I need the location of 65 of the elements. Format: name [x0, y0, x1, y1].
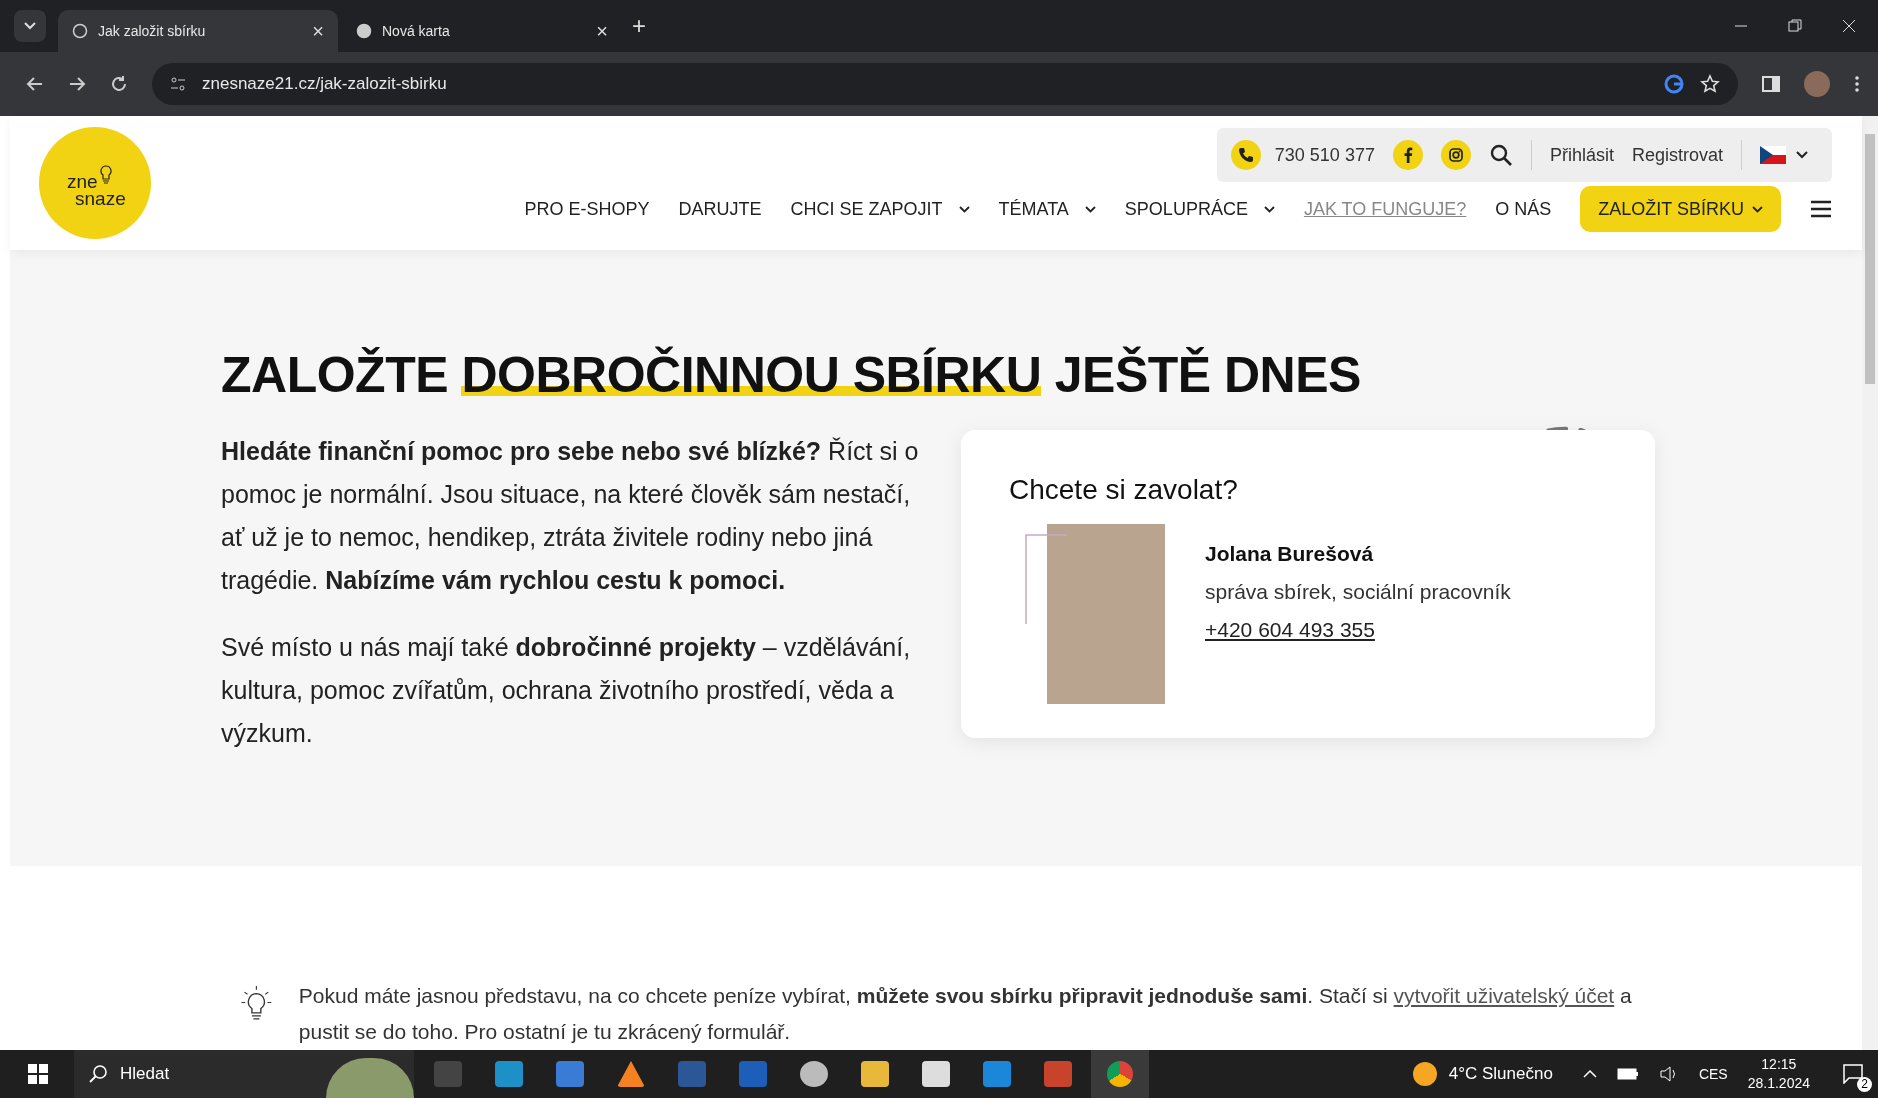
close-icon[interactable] [1842, 19, 1856, 33]
nav-link[interactable]: DARUJTE [678, 198, 762, 220]
tab-close-button[interactable]: × [312, 19, 324, 43]
weather-text: 4°C Slunečno [1448, 1064, 1553, 1084]
nav-link[interactable]: O NÁS [1495, 198, 1552, 220]
register-link[interactable]: Registrovat [1631, 144, 1723, 166]
chevron-down-icon [1796, 151, 1808, 160]
chevron-down-icon [1752, 205, 1763, 213]
chevron-down-icon [24, 22, 36, 30]
search-icon[interactable] [1488, 143, 1513, 168]
language-selector[interactable] [1760, 146, 1808, 165]
create-fundraiser-button[interactable]: ZALOŽIT SBÍRKU [1580, 186, 1781, 233]
sun-icon [1412, 1062, 1437, 1086]
windows-start-icon[interactable] [28, 1064, 48, 1084]
new-tab-button[interactable]: + [632, 12, 646, 40]
tab-favicon-icon [72, 23, 88, 39]
notification-count: 2 [1857, 1077, 1872, 1092]
tab-close-button[interactable]: × [596, 19, 608, 43]
star-icon[interactable] [1700, 74, 1720, 94]
phone-icon [1230, 140, 1261, 171]
site-logo[interactable]: zne snaze [39, 127, 151, 240]
search-icon [88, 1064, 108, 1084]
reload-icon[interactable] [110, 75, 128, 93]
facebook-icon[interactable] [1392, 140, 1423, 171]
forward-icon[interactable] [68, 75, 86, 93]
language-indicator[interactable]: CES [1698, 1066, 1728, 1082]
instagram-icon[interactable] [1440, 140, 1471, 171]
browser-tab[interactable]: Nová karta × [342, 10, 622, 52]
flag-icon [1760, 146, 1786, 165]
tab-favicon-icon [356, 23, 372, 39]
nav-link[interactable]: PRO E-SHOPY [524, 198, 650, 220]
hamburger-menu-icon[interactable] [1810, 200, 1832, 219]
chevron-up-icon[interactable] [1582, 1069, 1597, 1079]
contact-phone-link[interactable]: +420 604 493 355 [1205, 618, 1511, 643]
taskbar-clock[interactable]: 12:15 28.1.2024 [1747, 1055, 1810, 1093]
nav-link[interactable]: CHCI SE ZAPOJIT [790, 198, 970, 220]
create-account-link[interactable]: vytvořit uživatelský účet [1393, 984, 1615, 1007]
contact-name: Jolana Burešová [1205, 542, 1375, 567]
tab-title: Nová karta [382, 23, 451, 39]
profile-avatar[interactable] [1804, 71, 1830, 97]
tab-list-button[interactable] [14, 10, 46, 42]
scrollbar-thumb[interactable] [1865, 134, 1875, 384]
browser-tab[interactable]: Jak založit sbírku × [58, 10, 338, 52]
side-panel-icon[interactable] [1762, 75, 1780, 93]
info-paragraph: Pokud máte jasnou představu, na co chcete peníze vybírat, můžete svou sbírku připravit jednoduše sami. Stačí si vytvořit uživatelský účet a pustit se do toho. Pro ostatní je tu zkrácený formulář. [298, 983, 1633, 1045]
intro-paragraph: Své místo u nás mají také dobročinné projekty – vzdělávání, kultura, pomoc zvířatům, ochrana životního prostředí, věda a výzkum. [221, 632, 912, 750]
google-icon[interactable] [1664, 74, 1684, 94]
intro-paragraph: Hledáte finanční pomoc pro sebe nebo své blízké? Říct si o pomoc je normální. Jsou situace, na které člověk sám nestačí, ať už je to nemoc, hendikep, ztráta živitele rodiny nebo jiná tragédie. Nabízíme vám rychlou cestu k pomoci. [221, 436, 920, 597]
menu-icon[interactable] [1854, 75, 1860, 93]
taskbar-search[interactable]: Hledat [74, 1050, 414, 1098]
url-text: znesnaze21.cz/jak-zalozit-sbirku [202, 74, 447, 94]
tab-title: Jak založit sbírku [98, 23, 207, 39]
card-title: Chcete si zavolat? [1009, 474, 1239, 507]
battery-icon[interactable] [1616, 1068, 1639, 1080]
nav-link[interactable]: JAK TO FUNGUJE? [1303, 198, 1467, 220]
nav-link[interactable]: SPOLUPRÁCE [1124, 198, 1275, 220]
nav-link[interactable]: TÉMATA [998, 198, 1096, 220]
back-icon[interactable] [26, 75, 44, 93]
restore-icon[interactable] [1788, 19, 1802, 33]
phone-number[interactable]: 730 510 377 [1274, 144, 1375, 166]
notifications-button[interactable]: 2 [1830, 1054, 1878, 1094]
address-bar[interactable]: znesnaze21.cz/jak-zalozit-sbirku [152, 63, 1738, 105]
site-settings-icon[interactable] [170, 76, 186, 92]
login-link[interactable]: Přihlásit [1549, 144, 1614, 166]
contact-role: správa sbírek, sociální pracovník [1205, 580, 1511, 605]
